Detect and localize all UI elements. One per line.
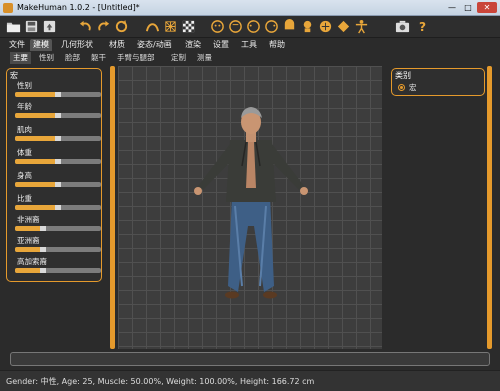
front-view-icon[interactable] bbox=[210, 19, 225, 34]
category-panel-title: 类别 bbox=[395, 71, 411, 80]
slider-fill bbox=[15, 205, 58, 210]
caucasian-slider[interactable] bbox=[15, 268, 101, 273]
back-view-icon[interactable] bbox=[228, 19, 243, 34]
menu-geometry[interactable]: 几何形状 bbox=[58, 39, 96, 51]
menu-modelling[interactable]: 建模 bbox=[30, 39, 52, 51]
slider-label-african: 非洲裔 bbox=[17, 215, 40, 224]
subtab-custom[interactable]: 定制 bbox=[168, 52, 189, 64]
subtab-gender[interactable]: 性别 bbox=[36, 52, 57, 64]
slider-knob[interactable] bbox=[55, 182, 61, 187]
toolbar: ? bbox=[0, 16, 500, 38]
reset-icon[interactable] bbox=[114, 19, 129, 34]
close-button[interactable]: ✕ bbox=[477, 2, 497, 13]
human-model bbox=[194, 107, 308, 299]
muscle-slider[interactable] bbox=[15, 136, 101, 141]
right-view-icon[interactable] bbox=[264, 19, 279, 34]
reset-camera-icon[interactable] bbox=[318, 19, 333, 34]
slider-fill bbox=[15, 159, 58, 164]
gender-slider[interactable] bbox=[15, 92, 101, 97]
menu-file[interactable]: 文件 bbox=[6, 39, 28, 51]
slider-knob[interactable] bbox=[40, 247, 46, 252]
left-panel-scrollbar[interactable] bbox=[110, 66, 115, 349]
subtab-face[interactable]: 脸部 bbox=[62, 52, 83, 64]
slider-fill bbox=[15, 113, 58, 118]
background-icon[interactable] bbox=[181, 19, 196, 34]
slider-knob[interactable] bbox=[40, 226, 46, 231]
slider-fill bbox=[15, 182, 58, 187]
smooth-icon[interactable] bbox=[145, 19, 160, 34]
window-title: MakeHuman 1.0.2 - [Untitled]* bbox=[17, 3, 140, 12]
slider-knob[interactable] bbox=[55, 159, 61, 164]
subtab-main[interactable]: 主要 bbox=[10, 52, 31, 64]
menu-help[interactable]: 帮助 bbox=[266, 39, 288, 51]
3d-viewport[interactable] bbox=[118, 66, 382, 349]
asian-slider[interactable] bbox=[15, 247, 101, 252]
pose-icon[interactable] bbox=[336, 19, 351, 34]
weight-slider[interactable] bbox=[15, 159, 101, 164]
african-slider[interactable] bbox=[15, 226, 101, 231]
help-icon[interactable]: ? bbox=[415, 19, 430, 34]
save-icon[interactable] bbox=[24, 19, 39, 34]
slider-fill bbox=[15, 268, 43, 273]
redo-icon[interactable] bbox=[96, 19, 111, 34]
macro-radio-button[interactable] bbox=[398, 84, 405, 91]
slider-knob[interactable] bbox=[40, 268, 46, 273]
export-icon[interactable] bbox=[42, 19, 57, 34]
command-input[interactable] bbox=[10, 352, 490, 366]
menu-materials[interactable]: 材质 bbox=[106, 39, 128, 51]
category-panel: 类别 宏 bbox=[391, 68, 485, 96]
macro-panel: 宏 性别 年龄 肌肉 体重 身高 比重 非洲裔 亚洲裔 高加索裔 bbox=[6, 68, 102, 282]
slider-label-asian: 亚洲裔 bbox=[17, 236, 40, 245]
minimize-button[interactable]: — bbox=[445, 2, 459, 13]
slider-label-caucasian: 高加索裔 bbox=[17, 257, 47, 266]
top-view-icon[interactable] bbox=[282, 19, 297, 34]
proportions-slider[interactable] bbox=[15, 205, 101, 210]
slider-fill bbox=[15, 247, 43, 252]
title-bar: MakeHuman 1.0.2 - [Untitled]* — □ ✕ bbox=[0, 0, 500, 16]
bottom-view-icon[interactable] bbox=[300, 19, 315, 34]
subtab-torso[interactable]: 躯干 bbox=[88, 52, 109, 64]
slider-knob[interactable] bbox=[55, 92, 61, 97]
menu-pose-animation[interactable]: 姿态/动画 bbox=[134, 39, 175, 51]
slider-label-gender: 性别 bbox=[17, 81, 32, 90]
slider-label-proportions: 比重 bbox=[17, 194, 32, 203]
undo-icon[interactable] bbox=[78, 19, 93, 34]
status-bar: Gender: 中性, Age: 25, Muscle: 50.00%, Wei… bbox=[0, 370, 500, 391]
menu-settings[interactable]: 设置 bbox=[210, 39, 232, 51]
slider-label-muscle: 肌肉 bbox=[17, 125, 32, 134]
slider-knob[interactable] bbox=[55, 205, 61, 210]
wireframe-icon[interactable] bbox=[163, 19, 178, 34]
slider-fill bbox=[15, 226, 43, 231]
menu-utilities[interactable]: 工具 bbox=[238, 39, 260, 51]
screenshot-icon[interactable] bbox=[395, 19, 410, 34]
age-slider[interactable] bbox=[15, 113, 101, 118]
slider-label-weight: 体重 bbox=[17, 148, 32, 157]
slider-label-age: 年龄 bbox=[17, 102, 32, 111]
subtab-measure[interactable]: 测量 bbox=[194, 52, 215, 64]
maximize-button[interactable]: □ bbox=[461, 2, 475, 13]
right-panel-scrollbar[interactable] bbox=[487, 66, 492, 349]
height-slider[interactable] bbox=[15, 182, 101, 187]
slider-knob[interactable] bbox=[55, 136, 61, 141]
left-view-icon[interactable] bbox=[246, 19, 261, 34]
subtab-arms-legs[interactable]: 手臂与腿部 bbox=[114, 52, 158, 64]
app-icon bbox=[3, 3, 13, 13]
slider-fill bbox=[15, 136, 58, 141]
slider-knob[interactable] bbox=[55, 113, 61, 118]
menu-rendering[interactable]: 渲染 bbox=[182, 39, 204, 51]
folder-icon[interactable] bbox=[6, 19, 21, 34]
slider-label-height: 身高 bbox=[17, 171, 32, 180]
human-pose-icon[interactable] bbox=[354, 19, 369, 34]
status-text: Gender: 中性, Age: 25, Muscle: 50.00%, Wei… bbox=[6, 377, 315, 386]
macro-radio-label: 宏 bbox=[409, 83, 417, 92]
slider-fill bbox=[15, 92, 58, 97]
svg-text:?: ? bbox=[419, 20, 426, 34]
